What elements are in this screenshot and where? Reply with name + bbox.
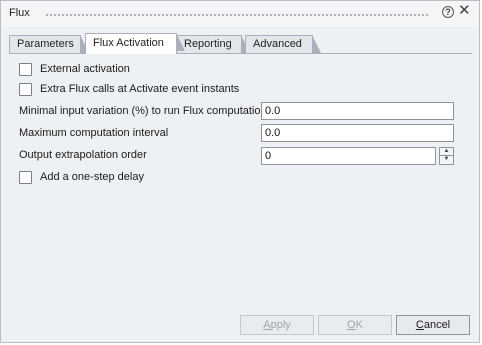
cancel-label-rest: ancel <box>423 319 451 331</box>
one-step-delay-label: Add a one-step delay <box>40 171 144 183</box>
external-activation-checkbox[interactable] <box>19 63 32 76</box>
min-input-variation-label: Minimal input variation (%) to run Flux … <box>19 105 273 117</box>
spin-down-icon[interactable]: ▼ <box>439 156 454 165</box>
dialog-footer: Apply OK Cancel <box>1 307 479 343</box>
tab-reporting[interactable]: Reporting <box>176 35 250 53</box>
window-title: Flux <box>9 7 30 19</box>
apply-label-rest: pply <box>270 319 291 331</box>
flux-activation-panel: External activation Extra Flux calls at … <box>9 53 472 305</box>
tab-flux-activation[interactable]: Flux Activation <box>85 33 185 54</box>
one-step-delay-checkbox[interactable] <box>19 171 32 184</box>
tab-advanced[interactable]: Advanced <box>245 35 321 53</box>
min-input-variation-input[interactable] <box>261 102 454 120</box>
title-bar[interactable]: Flux ? ✕ <box>1 1 479 27</box>
max-interval-label: Maximum computation interval <box>19 127 169 139</box>
help-circle-icon[interactable]: ? <box>442 6 454 18</box>
tab-label: Reporting <box>184 38 232 50</box>
tab-parameters[interactable]: Parameters <box>9 35 89 53</box>
tab-label: Advanced <box>253 38 302 50</box>
drag-grip[interactable] <box>45 13 429 17</box>
ok-label-rest: K <box>355 319 363 331</box>
extra-calls-checkbox[interactable] <box>19 83 32 96</box>
tab-label: Flux Activation <box>93 37 164 49</box>
close-icon[interactable]: ✕ <box>458 3 471 19</box>
tab-label: Parameters <box>17 38 74 50</box>
cancel-mnemonic: C <box>415 319 424 331</box>
flux-dialog: Flux ? ✕ Parameters Reporting Advanced F… <box>0 0 480 343</box>
apply-button[interactable]: Apply <box>240 315 314 335</box>
max-interval-input[interactable] <box>261 124 454 142</box>
extrapolation-order-input[interactable] <box>261 147 436 165</box>
ok-button[interactable]: OK <box>318 315 392 335</box>
extra-calls-label: Extra Flux calls at Activate event insta… <box>40 83 240 95</box>
cancel-button[interactable]: Cancel <box>396 315 470 335</box>
extrapolation-order-label: Output extrapolation order <box>19 149 147 161</box>
external-activation-label: External activation <box>40 63 130 75</box>
extrapolation-order-stepper: ▲ ▼ <box>439 147 454 165</box>
apply-mnemonic: A <box>263 319 271 331</box>
ok-mnemonic: O <box>347 319 356 331</box>
spin-up-icon[interactable]: ▲ <box>439 147 454 156</box>
tab-strip: Parameters Reporting Advanced Flux Activ… <box>9 33 471 54</box>
